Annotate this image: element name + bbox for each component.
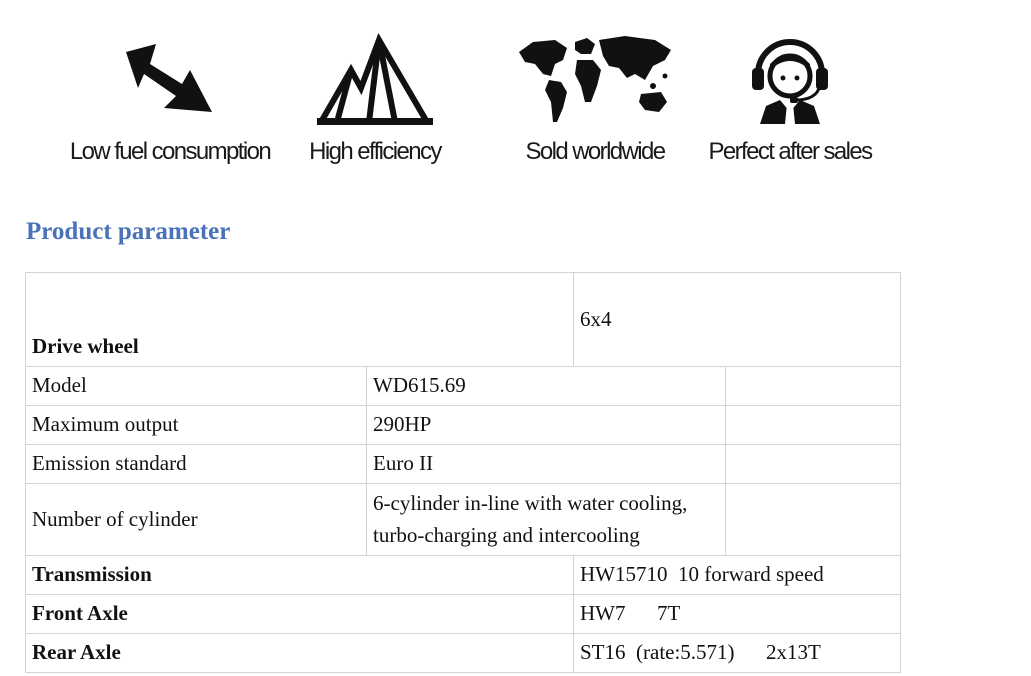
- empty-cell: [725, 444, 901, 484]
- front-axle-label: Front Axle: [25, 594, 574, 634]
- world-map-icon: [519, 36, 671, 122]
- table-row: Model WD615.69: [25, 366, 901, 406]
- empty-cell: [725, 483, 901, 556]
- mountain-peaks-icon: [317, 33, 433, 125]
- drive-wheel-label: Drive wheel: [25, 272, 574, 367]
- features-strip: Low fuel consumption High efficiency Sol…: [0, 0, 1031, 190]
- cylinder-label: Number of cylinder: [25, 483, 367, 556]
- empty-cell: [725, 405, 901, 445]
- feature-label: Low fuel consumption: [69, 138, 272, 165]
- arrow-down-right-icon: [126, 44, 212, 112]
- feature-label: Perfect after sales: [708, 138, 873, 165]
- max-output-value: 290HP: [366, 405, 726, 445]
- feature-after-sales: Perfect after sales: [708, 30, 873, 165]
- empty-cell: [725, 366, 901, 406]
- emission-label: Emission standard: [25, 444, 367, 484]
- product-parameter-table: Drive wheel 6x4 Model WD615.69 Maximum o…: [25, 272, 901, 673]
- table-row: Front Axle HW7 7T: [25, 594, 901, 634]
- headset-agent-icon: [752, 39, 828, 124]
- feature-sold-worldwide: Sold worldwide: [515, 30, 675, 165]
- model-value: WD615.69: [366, 366, 726, 406]
- table-row: Maximum output 290HP: [25, 405, 901, 445]
- max-output-label: Maximum output: [25, 405, 367, 445]
- feature-high-efficiency: High efficiency: [309, 30, 442, 165]
- drive-wheel-value: 6x4: [573, 272, 901, 367]
- table-row: Number of cylinder 6-cylinder in-line wi…: [25, 483, 901, 556]
- rear-axle-label: Rear Axle: [25, 633, 574, 673]
- model-label: Model: [25, 366, 367, 406]
- transmission-value: HW15710 10 forward speed: [573, 555, 901, 595]
- section-title: Product parameter: [26, 218, 231, 245]
- transmission-label: Transmission: [25, 555, 574, 595]
- rear-axle-value: ST16 (rate:5.571) 2x13T: [573, 633, 901, 673]
- cylinder-value-line1: 6-cylinder in-line with water cooling,: [373, 491, 688, 515]
- feature-low-fuel: Low fuel consumption: [70, 30, 272, 165]
- table-row: Drive wheel 6x4: [25, 272, 901, 367]
- cylinder-value: 6-cylinder in-line with water cooling, t…: [366, 483, 726, 556]
- table-row: Rear Axle ST16 (rate:5.571) 2x13T: [25, 633, 901, 673]
- feature-label: Sold worldwide: [525, 138, 666, 165]
- feature-label: High efficiency: [309, 138, 442, 165]
- table-row: Emission standard Euro II: [25, 444, 901, 484]
- emission-value: Euro II: [366, 444, 726, 484]
- front-axle-value: HW7 7T: [573, 594, 901, 634]
- cylinder-value-line2: turbo-charging and intercooling: [373, 522, 640, 547]
- table-row: Transmission HW15710 10 forward speed: [25, 555, 901, 595]
